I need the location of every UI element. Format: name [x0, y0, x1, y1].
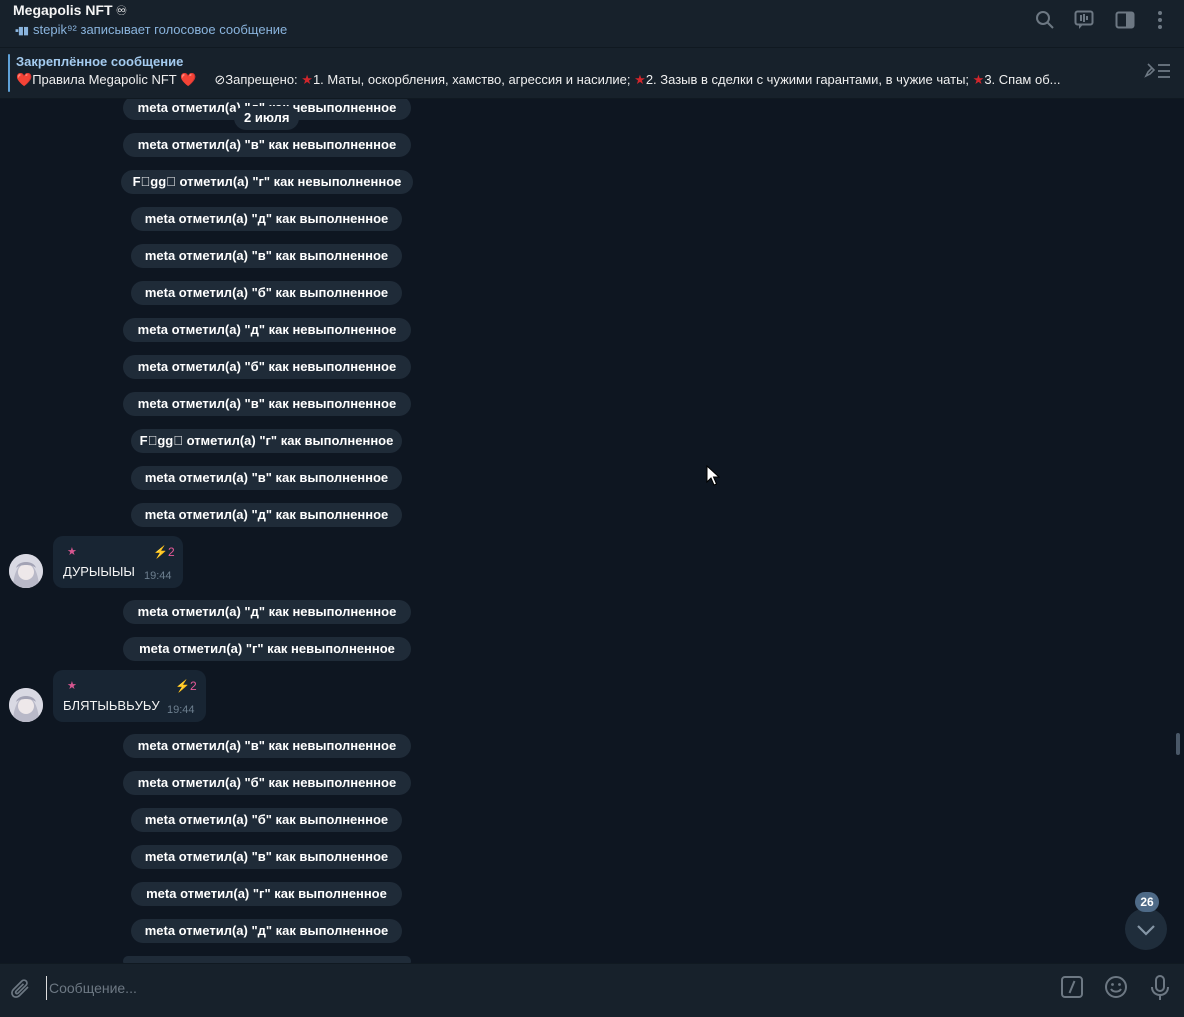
chat-status-text: stepik⁹² записывает голосовое сообщение	[33, 22, 288, 37]
search-icon[interactable]	[1035, 10, 1055, 30]
chat-title-emoji: ♾	[115, 3, 128, 18]
avatar[interactable]	[9, 554, 43, 588]
service-message: meta отметил(а) "в" как невыполненное	[123, 734, 411, 758]
service-message: meta отметил(а) "в" как невыполненное	[123, 133, 411, 157]
scroll-down-button[interactable]	[1125, 908, 1167, 950]
chat-status: ▪▮▮ stepik⁹² записывает голосовое сообщен…	[15, 22, 287, 37]
message-composer	[0, 963, 1184, 1017]
service-message-partial	[123, 956, 411, 963]
chat-title[interactable]: Megapolis NFT ♾	[13, 2, 127, 19]
message-time: 19:44	[167, 704, 195, 716]
message-input[interactable]	[46, 976, 1031, 1000]
message-time: 19:44	[144, 570, 172, 582]
date-chip: 2 июля	[234, 106, 300, 130]
message-list[interactable]: meta отметил(а) "д" как невыполненное 2 …	[0, 99, 1176, 963]
message-bubble[interactable]: ★ ⚡2 ДУРЫЫЫЫ 19:44	[53, 536, 183, 588]
voice-recording-icon: ▪▮▮	[15, 25, 29, 37]
more-icon[interactable]	[1150, 10, 1170, 30]
attach-icon[interactable]	[10, 977, 32, 1001]
service-message: meta отметил(а) "в" как выполненное	[131, 845, 402, 869]
service-message: meta отметил(а) "б" как невыполненное	[123, 771, 411, 795]
emoji-icon[interactable]	[1104, 975, 1128, 999]
boost-badge: ⚡2	[175, 679, 197, 693]
live-chat-icon[interactable]	[1074, 10, 1094, 30]
pinned-text: ❤️Правила Megapolic NFT ❤️ ⊘Запрещено: ★…	[16, 72, 1128, 88]
pinned-rules-label: Правила Megapolic NFT	[32, 72, 177, 87]
service-message: meta отметил(а) "б" как выполненное	[131, 281, 402, 305]
boost-badge: ⚡2	[153, 545, 175, 559]
boost-count: 2	[167, 545, 175, 559]
pinned-message-bar[interactable]: Закреплённое сообщение ❤️Правила Megapol…	[0, 48, 1184, 99]
service-message: meta отметил(а) "д" как невыполненное	[123, 318, 411, 342]
star-badge-icon: ★	[67, 546, 77, 558]
heart-icon: ❤️	[180, 72, 197, 87]
chat-title-text: Megapolis NFT	[13, 2, 113, 18]
service-message: meta отметил(а) "в" как выполненное	[131, 244, 402, 268]
service-message: meta отметил(а) "г" как выполненное	[131, 882, 402, 906]
unread-count-badge: 26	[1135, 892, 1159, 912]
mouse-cursor-icon	[706, 465, 720, 486]
boost-count: 2	[189, 679, 197, 693]
pinned-indicator	[8, 54, 10, 92]
sidebar-icon[interactable]	[1115, 10, 1135, 30]
service-message: F gg  отметил(а) "г" как выполненное	[131, 429, 402, 453]
forbidden-icon: ⊘	[214, 72, 226, 87]
star-icon: ★	[972, 72, 985, 87]
pinned-rule-1: 1. Маты, оскорбления, хамство, агрессия …	[312, 72, 631, 87]
chevron-down-icon	[1137, 925, 1155, 936]
commands-icon[interactable]	[1060, 975, 1084, 999]
chat-header[interactable]: Megapolis NFT ♾ ▪▮▮ stepik⁹² записывает го…	[0, 0, 1184, 48]
service-message: meta отметил(а) "б" как выполненное	[131, 808, 402, 832]
scrollbar[interactable]	[1176, 99, 1180, 963]
microphone-icon[interactable]	[1150, 975, 1170, 1001]
pinned-title: Закреплённое сообщение	[16, 54, 184, 69]
service-message: F gg  отметил(а) "г" как невыполненное	[121, 170, 413, 194]
star-badge-icon: ★	[67, 680, 77, 692]
pinned-rule-3: 3. Спам об...	[984, 72, 1061, 87]
heart-icon: ❤️	[16, 72, 33, 87]
service-message: meta отметил(а) "д" как невыполненное	[123, 600, 411, 624]
scrollbar-thumb[interactable]	[1176, 733, 1180, 755]
service-message: meta отметил(а) "в" как выполненное	[131, 466, 402, 490]
service-message: meta отметил(а) "д" как выполненное	[131, 503, 402, 527]
boost-icon: ⚡	[175, 679, 190, 693]
service-message: meta отметил(а) "д" как выполненное	[131, 207, 402, 231]
star-icon: ★	[634, 72, 646, 87]
service-message: meta отметил(а) "в" как невыполненное	[123, 392, 411, 416]
service-message: meta отметил(а) "б" как невыполненное	[123, 355, 411, 379]
message-text: ДУРЫЫЫЫ	[63, 564, 135, 579]
avatar[interactable]	[9, 688, 43, 722]
pinned-forbidden-label: Запрещено:	[225, 72, 298, 87]
star-icon: ★	[301, 72, 313, 87]
pinned-list-icon[interactable]	[1144, 60, 1172, 82]
pinned-rule-2: 2. Зазыв в сделки с чужими гарантами, в …	[645, 72, 970, 87]
message-bubble[interactable]: ★ ⚡2 БЛЯТЫЬВЬУЬУ 19:44	[53, 670, 206, 722]
message-text: БЛЯТЫЬВЬУЬУ	[63, 698, 160, 713]
service-message: meta отметил(а) "д" как выполненное	[131, 919, 402, 943]
service-message: meta отметил(а) "г" как невыполненное	[123, 637, 411, 661]
boost-icon: ⚡	[153, 545, 168, 559]
